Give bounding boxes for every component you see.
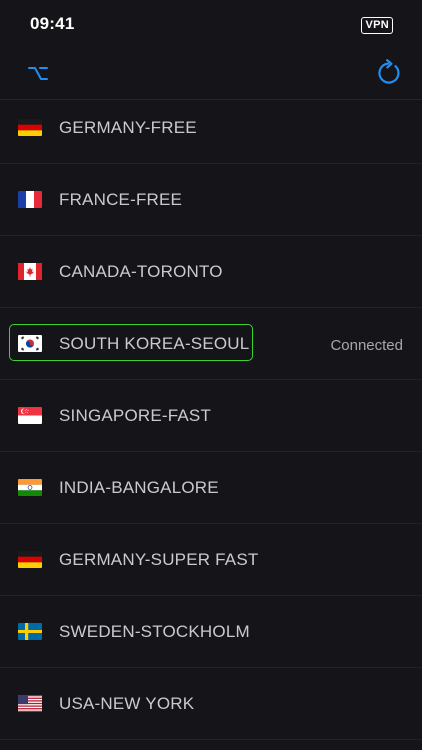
server-row-canada-toronto[interactable]: CANADA-TORONTO — [0, 236, 422, 308]
india-flag-icon — [18, 479, 42, 496]
refresh-icon[interactable] — [376, 59, 404, 87]
server-name: GERMANY-FREE — [59, 118, 197, 137]
server-name: SWEDEN-STOCKHOLM — [59, 622, 250, 641]
usa-flag-icon — [18, 695, 42, 712]
south-korea-flag-icon — [18, 335, 42, 352]
germany-flag-icon — [18, 119, 42, 136]
server-name: CANADA-TORONTO — [59, 262, 223, 281]
france-flag-icon — [18, 191, 42, 208]
status-bar: 09:41 VPN — [0, 0, 422, 50]
server-name: SINGAPORE-FAST — [59, 406, 212, 425]
status-time: 09:41 — [30, 14, 75, 33]
server-row-germany-free[interactable]: GERMANY-FREE — [0, 92, 422, 164]
server-name: USA-NEW YORK — [59, 694, 195, 713]
sweden-flag-icon — [18, 623, 42, 640]
server-name: INDIA-BANGALORE — [59, 478, 219, 497]
server-name: FRANCE-FREE — [59, 190, 183, 209]
server-row-singapore-fast[interactable]: SINGAPORE-FAST — [0, 380, 422, 452]
server-row-usa-new-york[interactable]: USA-NEW YORK — [0, 668, 422, 740]
germany-flag-icon — [18, 551, 42, 568]
canada-flag-icon — [18, 263, 42, 280]
server-list-screen: 09:41 VPN GERMANY-FREE FRANCE-FREE CANAD… — [0, 0, 422, 750]
server-name: SOUTH KOREA-SEOUL — [59, 334, 250, 353]
server-list: GERMANY-FREE FRANCE-FREE CANADA-TORONTO … — [0, 92, 422, 740]
server-row-france-free[interactable]: FRANCE-FREE — [0, 164, 422, 236]
connected-status: Connected — [330, 337, 403, 354]
server-name: GERMANY-SUPER FAST — [59, 550, 259, 569]
server-row-germany-super-fast[interactable]: GERMANY-SUPER FAST — [0, 524, 422, 596]
option-key-icon[interactable] — [27, 62, 49, 84]
server-row-south-korea-seoul[interactable]: SOUTH KOREA-SEOUL Connected — [0, 308, 422, 380]
server-row-india-bangalore[interactable]: INDIA-BANGALORE — [0, 452, 422, 524]
singapore-flag-icon — [18, 407, 42, 424]
server-row-sweden-stockholm[interactable]: SWEDEN-STOCKHOLM — [0, 596, 422, 668]
vpn-badge: VPN — [361, 17, 393, 34]
